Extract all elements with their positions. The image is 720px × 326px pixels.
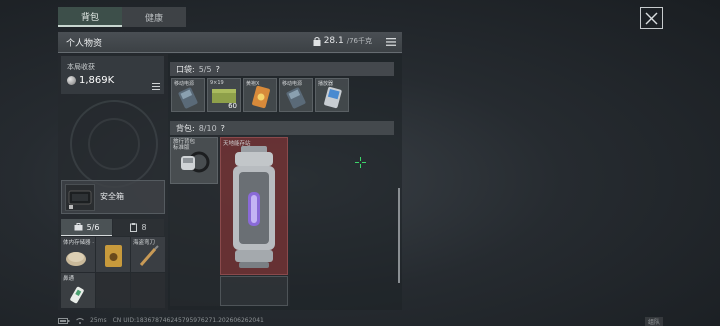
safebox-slot[interactable]: 安全箱 [61, 180, 165, 214]
income-value: 1,869K [79, 75, 115, 86]
container-count: 5/6 [86, 222, 100, 232]
status-footer: 25ms CN UID:1836787462457959762​71.20260… [58, 317, 264, 324]
pocket-label: 口袋: [176, 64, 195, 74]
backpack-empty-slot[interactable] [220, 276, 288, 306]
inventory-header: 个人物资 28.1/76千克 [58, 32, 402, 53]
crosshair-icon [355, 157, 366, 168]
close-button[interactable] [640, 7, 663, 29]
empty-slot[interactable] [131, 273, 165, 308]
battery-icon [58, 317, 70, 324]
coin-icon [67, 76, 76, 85]
pocket-capacity: 5/5 [198, 64, 212, 74]
tab-backpack[interactable]: 背包 [58, 7, 122, 27]
backpack-header: 背包: 8/10 ? [170, 121, 394, 135]
empty-slot[interactable] [96, 273, 130, 308]
pocket-item[interactable]: 移动电源 [171, 78, 205, 112]
tab-clipboard[interactable]: 8 [113, 219, 164, 236]
weight-max: /76千克 [346, 37, 372, 45]
backpack-item[interactable]: 旅行背包 标准版 [170, 137, 218, 184]
pocket-item[interactable]: 播放器 [315, 78, 349, 112]
weight-icon [313, 36, 321, 46]
canister-icon [233, 146, 275, 268]
page-title: 个人物资 [66, 38, 103, 49]
pocket-item[interactable]: 移动电源 [279, 78, 313, 112]
top-tabs: 背包 健康 [58, 7, 186, 27]
backpack-help[interactable]: ? [221, 124, 225, 133]
briefcase-icon [74, 223, 83, 231]
clipboard-icon [130, 223, 138, 232]
card-item-icon [105, 245, 122, 267]
list-icon[interactable] [152, 83, 160, 90]
income-card: 本局收获 1,869K [61, 56, 164, 94]
team-button[interactable]: 组队 [645, 317, 664, 326]
ammo-count: 60 [228, 102, 237, 110]
safebox-image [65, 184, 95, 211]
pocket-item[interactable]: 9×19 60 [207, 78, 241, 112]
container-grid: 体内存储器 · 卫队档案 海盗弯刀 鼻通 [61, 237, 165, 309]
backpack-label: 背包: [176, 123, 195, 133]
uid-text: CN UID:1836787462457959762​71.2026062620… [112, 317, 264, 324]
scrollbar[interactable] [398, 188, 400, 283]
income-label: 本局收获 [67, 63, 95, 71]
backpack-capacity: 8/10 [198, 123, 217, 133]
pocket-help[interactable]: ? [216, 65, 220, 74]
pocket-header: 口袋: 5/5 ? [170, 62, 394, 76]
item-slot[interactable]: 海盗弯刀 [131, 237, 165, 272]
safebox-label: 安全箱 [100, 192, 124, 201]
item-slot[interactable]: 鼻通 [61, 273, 95, 308]
close-icon [645, 12, 658, 24]
ping-text: 25ms [90, 317, 107, 324]
weight-display: 28.1/76千克 [313, 36, 372, 46]
wifi-icon [76, 317, 84, 324]
item-slot[interactable] [96, 237, 130, 272]
menu-icon[interactable] [386, 37, 396, 47]
emblem-watermark [70, 100, 158, 188]
weight-current: 28.1 [323, 36, 344, 46]
item-slot[interactable]: 体内存储器 · 卫队档案 [61, 237, 95, 272]
tab-container[interactable]: 5/6 [61, 219, 112, 236]
tab-health[interactable]: 健康 [122, 7, 186, 27]
pocket-item[interactable]: 黄袍X [243, 78, 277, 112]
backpack-item-highlighted[interactable]: 天地能存站 [220, 137, 288, 275]
clipboard-count: 8 [141, 223, 147, 232]
